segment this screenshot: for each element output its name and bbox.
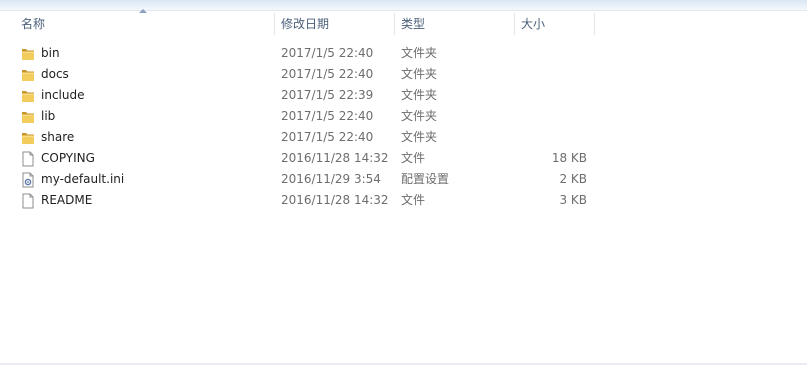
file-list: bin 2017/1/5 22:40 文件夹 docs 2017/1/5 22:40 文件… (0, 43, 807, 211)
file-date-modified: 2017/1/5 22:40 (281, 46, 374, 60)
folder-icon (21, 46, 35, 62)
file-row[interactable]: bin 2017/1/5 22:40 文件夹 (0, 43, 807, 64)
file-type: 配置设置 (401, 172, 450, 186)
file-name: include (41, 88, 85, 102)
file-name: COPYING (41, 151, 95, 165)
file-type: 文件 (401, 193, 426, 207)
file-row[interactable]: README 2016/11/28 14:32 文件 3 KB (0, 190, 807, 211)
settings-file-icon (21, 172, 35, 188)
file-date-modified: 2017/1/5 22:39 (281, 88, 374, 102)
file-date-modified: 2017/1/5 22:40 (281, 109, 374, 123)
file-date-modified: 2016/11/29 3:54 (281, 172, 381, 186)
column-divider[interactable] (394, 13, 395, 35)
file-date-modified: 2016/11/28 14:32 (281, 151, 389, 165)
file-name: docs (41, 67, 69, 81)
column-divider[interactable] (514, 13, 515, 35)
column-header-row: 名称 修改日期 类型 大小 (0, 13, 807, 37)
column-header-type[interactable]: 类型 (395, 13, 515, 37)
file-name: README (41, 193, 93, 207)
file-name: bin (41, 46, 60, 60)
file-date-modified: 2017/1/5 22:40 (281, 130, 374, 144)
folder-icon (21, 67, 35, 83)
file-type: 文件 (401, 151, 426, 165)
file-row[interactable]: COPYING 2016/11/28 14:32 文件 18 KB (0, 148, 807, 169)
file-row[interactable]: share 2017/1/5 22:40 文件夹 (0, 127, 807, 148)
toolbar-edge (0, 0, 807, 11)
folder-icon (21, 88, 35, 104)
file-row[interactable]: include 2017/1/5 22:39 文件夹 (0, 85, 807, 106)
column-divider[interactable] (594, 13, 595, 35)
file-row[interactable]: docs 2017/1/5 22:40 文件夹 (0, 64, 807, 85)
column-divider[interactable] (274, 13, 275, 35)
file-name: my-default.ini (41, 172, 125, 186)
file-size: 3 KB (559, 193, 587, 207)
column-header-size[interactable]: 大小 (515, 13, 595, 37)
file-date-modified: 2016/11/28 14:32 (281, 193, 389, 207)
file-type: 文件夹 (401, 88, 438, 102)
file-row[interactable]: lib 2017/1/5 22:40 文件夹 (0, 106, 807, 127)
column-header-name[interactable]: 名称 (15, 13, 275, 37)
folder-icon (21, 130, 35, 146)
column-header-date-modified[interactable]: 修改日期 (275, 13, 395, 37)
file-size: 2 KB (559, 172, 587, 186)
file-type: 文件夹 (401, 67, 438, 81)
file-date-modified: 2017/1/5 22:40 (281, 67, 374, 81)
folder-icon (21, 109, 35, 125)
file-name: lib (41, 109, 56, 123)
file-icon (21, 193, 35, 209)
file-icon (21, 151, 35, 167)
file-name: share (41, 130, 75, 144)
file-type: 文件夹 (401, 130, 438, 144)
file-type: 文件夹 (401, 109, 438, 123)
file-row[interactable]: my-default.ini 2016/11/29 3:54 配置设置 2 KB (0, 169, 807, 190)
file-size: 18 KB (551, 151, 587, 165)
file-type: 文件夹 (401, 46, 438, 60)
